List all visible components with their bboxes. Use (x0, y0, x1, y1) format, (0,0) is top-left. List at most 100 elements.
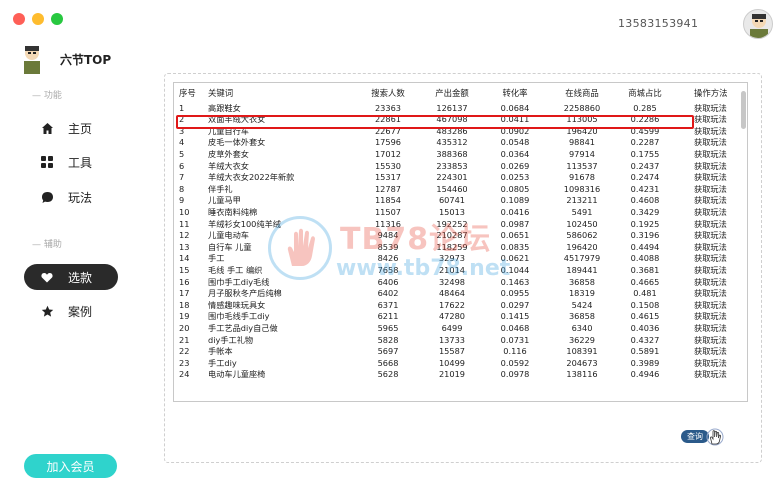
cell-conversion-rate: 0.1044 (500, 265, 530, 275)
cell-index: 23 (179, 357, 190, 368)
sidebar-item-label: 玩法 (68, 190, 93, 205)
section-label-function: — 功能 (32, 91, 62, 101)
get-method-link[interactable]: 获取玩法 (694, 288, 740, 300)
cell-keyword: 手工 (208, 253, 225, 264)
table-row[interactable]: 14 手工 8426 32973 0.0621 4517979 0.4088 获取玩法 (174, 253, 747, 265)
cell-online-products: 4517979 (563, 253, 601, 264)
cell-conversion-rate: 0.0805 (500, 183, 530, 194)
get-method-link[interactable]: 获取玩法 (694, 346, 740, 358)
get-method-link[interactable]: 获取玩法 (694, 323, 740, 335)
cell-conversion-rate: 0.0621 (500, 253, 530, 264)
table-row[interactable]: 18 情感趣味玩具女 6371 17622 0.0297 5424 0.1508 获取玩法 (174, 299, 747, 312)
cell-revenue: 388368 (436, 149, 468, 159)
table-row[interactable]: 23 手工diy 5668 10499 0.0592 204673 0.3989 获取玩法 (174, 357, 747, 370)
table-row[interactable]: 10 睡衣南料纯棉 11507 15013 0.0416 5491 0.3429 获取玩法 (174, 207, 747, 219)
table-row[interactable]: 9 儿童马甲 11854 60741 0.1089 213211 0.4608 获取玩法 (174, 195, 747, 207)
table-header: 序号 关键词 搜索人数 产出金额 转化率 在线商品 商城占比 操作方法 (174, 88, 747, 100)
cell-online-products: 2258860 (563, 102, 601, 113)
table-row[interactable]: 13 自行车 儿童 8539 118259 0.0835 196420 0.4494 获取玩法 (174, 242, 747, 254)
get-method-link[interactable]: 获取玩法 (694, 126, 740, 138)
cell-mall-share: 0.3989 (630, 357, 660, 368)
sidebar-item-tools[interactable]: 工具 (24, 149, 118, 175)
sidebar-item-gameplay[interactable]: 玩法 (24, 184, 118, 210)
cell-keyword: 睡衣南料纯棉 (208, 207, 258, 217)
get-method-link[interactable]: 获取玩法 (694, 172, 740, 184)
cell-revenue: 15587 (438, 346, 466, 357)
table-row[interactable]: 17 月子服秋冬产后纯棉 6402 48464 0.0955 18319 0.481 获取玩法 (174, 288, 747, 300)
cell-index: 4 (179, 137, 185, 148)
get-method-link[interactable]: 获取玩法 (694, 277, 740, 289)
get-method-link[interactable]: 获取玩法 (694, 114, 740, 126)
get-method-link[interactable]: 获取玩法 (694, 265, 740, 277)
close-window-button[interactable] (13, 13, 25, 25)
table-row[interactable]: 15 毛线 手工 编织 7658 21014 0.1044 189441 0.3681 获取玩… (174, 265, 747, 277)
cell-index: 20 (179, 323, 190, 333)
star-icon (40, 304, 54, 318)
maximize-window-button[interactable] (51, 13, 63, 25)
cell-online-products: 189441 (566, 265, 598, 275)
get-method-link[interactable]: 获取玩法 (694, 161, 740, 173)
get-method-link[interactable]: 获取玩法 (694, 207, 740, 219)
cell-mall-share: 0.2286 (630, 114, 660, 125)
get-method-link[interactable]: 获取玩法 (694, 311, 740, 323)
get-method-link[interactable]: 获取玩法 (694, 253, 740, 265)
cell-searchers: 7658 (377, 265, 399, 275)
get-method-link[interactable]: 获取玩法 (694, 300, 740, 312)
cell-conversion-rate: 0.0684 (500, 102, 530, 113)
cell-mall-share: 0.4231 (630, 183, 660, 194)
get-method-link[interactable]: 获取玩法 (694, 184, 740, 196)
table-row[interactable]: 20 手工艺品diy自己做 5965 6499 0.0468 6340 0.4036 获取玩法 (174, 323, 747, 335)
get-method-link[interactable]: 获取玩法 (694, 219, 740, 231)
cell-online-products: 5491 (571, 207, 593, 217)
table-row[interactable]: 12 儿童电动车 9484 210287 0.0651 586062 0.3196 获取玩法 (174, 230, 747, 242)
table-row[interactable]: 7 羊绒大衣女2022年新款 15317 224301 0.0253 91678 0.247… (174, 172, 747, 184)
table-row[interactable]: 19 围巾毛线手工diy 6211 47280 0.1415 36858 0.4615 获取玩… (174, 311, 747, 323)
table-row[interactable]: 1 高跟鞋女 23363 126137 0.0684 2258860 0.285 获取玩法 (174, 102, 747, 115)
cell-conversion-rate: 0.0269 (500, 160, 530, 171)
cell-keyword: 皮草外套女 (208, 149, 249, 159)
cell-mall-share: 0.5891 (630, 346, 660, 357)
table-row[interactable]: 21 diy手工礼物 5828 13733 0.0731 36229 0.4327 获取玩法 (174, 335, 747, 347)
table-row[interactable]: 22 手帐本 5697 15587 0.116 108391 0.5891 获取玩法 (174, 346, 747, 358)
cell-searchers: 17012 (374, 149, 402, 159)
table-row[interactable]: 24 电动车儿童座椅 5628 21019 0.0978 138116 0.4946 获取玩法 (174, 369, 747, 381)
table-row[interactable]: 5 皮草外套女 17012 388368 0.0364 97914 0.1755 获取玩法 (174, 149, 747, 161)
cell-revenue: 192252 (436, 218, 468, 229)
get-method-link[interactable]: 获取玩法 (694, 358, 740, 370)
cell-searchers: 5965 (377, 323, 399, 333)
sidebar-item-cases[interactable]: 案例 (24, 298, 118, 324)
table-row[interactable]: 4 皮毛一体外套女 17596 435312 0.0548 98841 0.2287 获取玩法 (174, 137, 747, 149)
get-method-link[interactable]: 获取玩法 (694, 137, 740, 149)
get-method-link[interactable]: 获取玩法 (694, 242, 740, 254)
cell-keyword: 毛线 手工 编织 (208, 265, 263, 275)
column-header-method: 操作方法 (694, 88, 728, 98)
table-row[interactable]: 6 羊绒大衣女 15530 233853 0.0269 113537 0.2437 获取玩法 (174, 160, 747, 173)
cell-revenue: 60741 (438, 195, 466, 206)
cell-revenue: 224301 (436, 172, 468, 183)
sidebar-item-home[interactable]: 主页 (24, 115, 118, 141)
cell-conversion-rate: 0.1463 (500, 276, 530, 287)
table-row[interactable]: 2 双面羊绒大衣女 22861 467098 0.0411 113005 0.2286 获取玩… (174, 114, 747, 126)
column-header-searchers: 搜索人数 (371, 88, 405, 98)
minimize-window-button[interactable] (32, 13, 44, 25)
table-row[interactable]: 3 儿童自行车 22677 483286 0.0902 196420 0.4599 获取玩法 (174, 126, 747, 138)
user-avatar[interactable] (743, 9, 773, 39)
table-row[interactable]: 8 伴手礼 12787 154460 0.0805 1098316 0.4231 获取玩法 (174, 183, 747, 196)
get-method-link[interactable]: 获取玩法 (694, 230, 740, 242)
get-method-link[interactable]: 获取玩法 (694, 195, 740, 207)
get-method-link[interactable]: 获取玩法 (694, 103, 740, 115)
get-method-link[interactable]: 获取玩法 (694, 369, 740, 381)
get-method-link[interactable]: 获取玩法 (694, 335, 740, 347)
table-row[interactable]: 11 羊绒衫女100纯羊绒 11316 192252 0.0987 102450 0.192… (174, 218, 747, 231)
cell-mall-share: 0.2437 (630, 160, 660, 171)
get-method-link[interactable]: 获取玩法 (694, 149, 740, 161)
cell-keyword: 电动车儿童座椅 (208, 369, 266, 380)
query-button[interactable]: 查询 (681, 430, 709, 443)
sidebar-item-selection[interactable]: 选款 (24, 264, 118, 290)
join-membership-button[interactable]: 加入会员 (24, 454, 117, 478)
table-scrollbar[interactable] (741, 91, 746, 129)
cell-index: 6 (179, 160, 185, 171)
table-row[interactable]: 16 围巾手工diy毛线 6406 32498 0.1463 36858 0.4665 获取玩… (174, 276, 747, 289)
cell-online-products: 5424 (571, 299, 593, 310)
cell-online-products: 36858 (568, 311, 596, 322)
